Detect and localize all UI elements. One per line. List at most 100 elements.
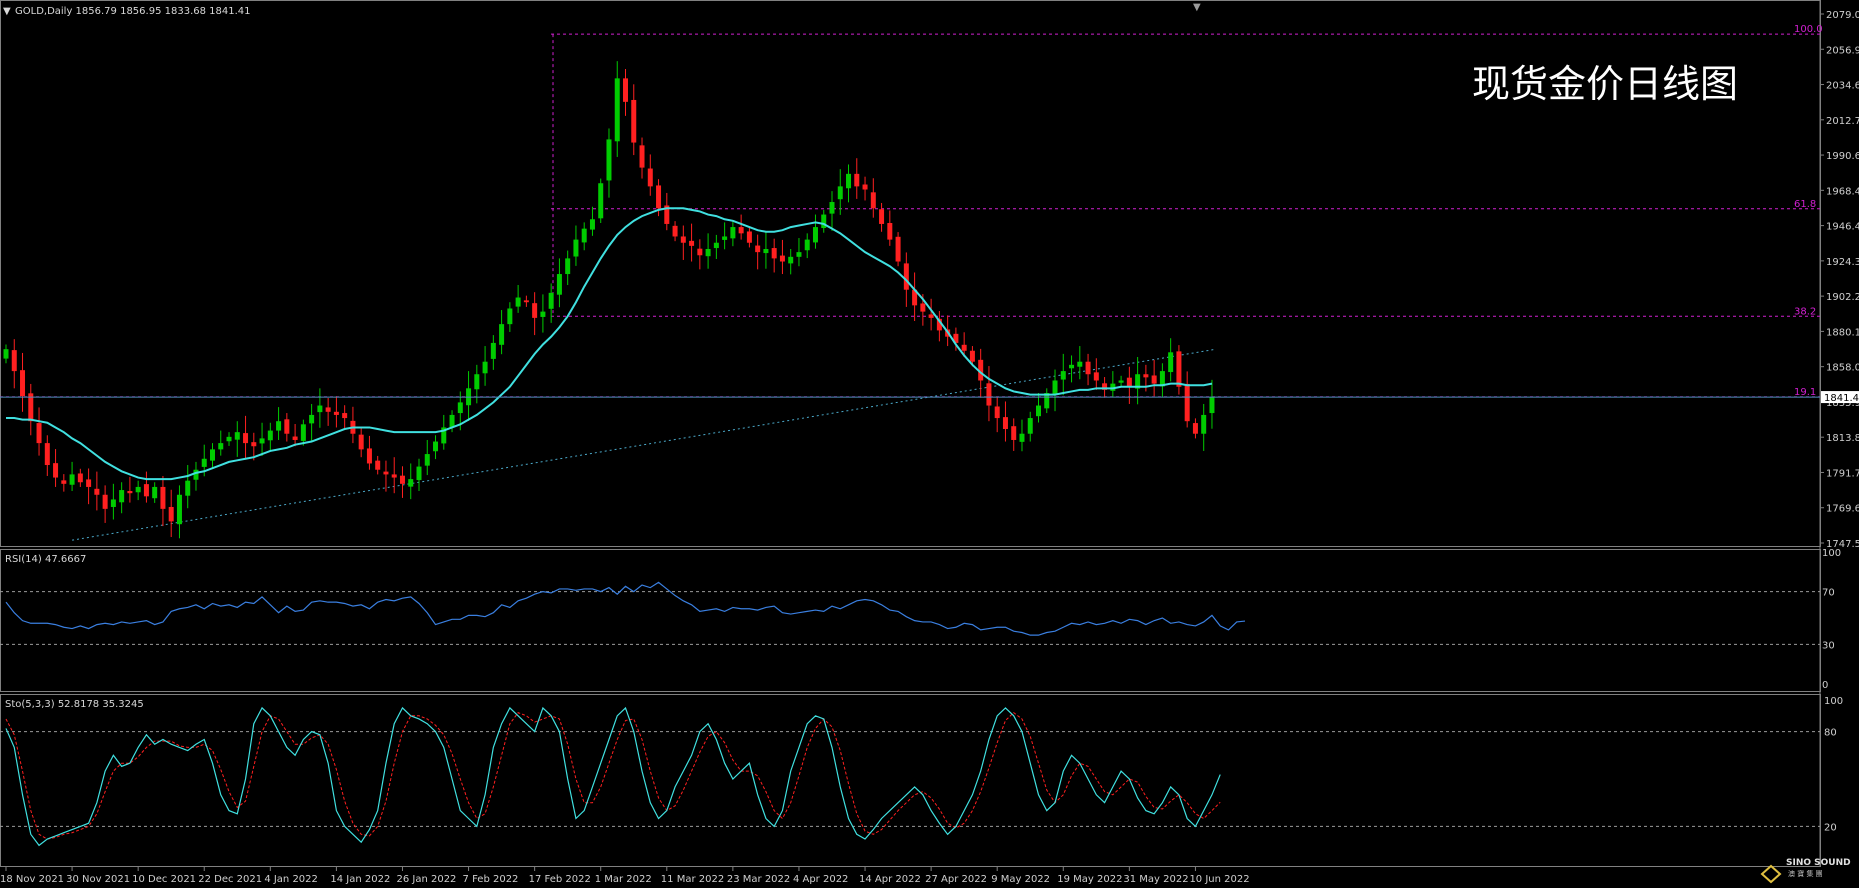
candle-body [358,434,364,450]
price-tick-label: 1880.15 [1826,327,1859,338]
price-tick-label: 2034.65 [1826,81,1859,92]
candle-body [788,256,794,264]
candle-body [333,411,339,415]
candle-body [375,460,381,470]
price-tick-label: 1990.65 [1826,151,1859,162]
date-tick-label: 11 Mar 2022 [661,874,724,885]
candle-body [804,239,810,251]
candle-body [796,252,802,257]
candle-body [903,263,909,290]
candle-body [771,248,777,259]
candle-body [1093,372,1099,381]
candle-body [110,499,116,507]
candle-body [1019,433,1025,442]
candle-body [1176,351,1182,387]
candle-body [846,173,852,189]
symbol-info: GOLD,Daily 1856.79 1856.95 1833.68 1841.… [15,6,251,17]
candle-body [457,402,463,414]
candle-body [697,248,703,256]
sto-tick-label: 80 [1824,728,1837,739]
candle-body [523,300,529,303]
candle-body [309,414,315,424]
candle-body [854,173,860,187]
candle-body [680,236,686,243]
price-tick-label: 1924.35 [1826,257,1859,268]
candle-body [399,475,405,484]
candle-body [201,458,207,467]
candle-body [94,488,100,495]
price-tick-label: 1858.05 [1826,363,1859,374]
rsi-tick-label: 0 [1822,680,1828,691]
candle-body [383,471,389,475]
price-tick-label: 1813.85 [1826,433,1859,444]
collapse-triangle-icon[interactable]: ▼ [3,6,11,17]
candle-body [135,486,141,493]
candle-body [53,463,59,478]
candle-body [424,454,430,466]
watermark-title: 现货金价日线图 [1472,62,1738,106]
candle-body [44,443,50,466]
candle-body [499,324,505,345]
candle-body [1209,397,1215,414]
candle-body [482,361,488,374]
sto-tick-label: 100 [1824,696,1843,707]
gold-daily-chart: 100.0 61.8 38.2 19.1 2079.09 2056.95 2034.65 2… [0,0,1859,885]
fib-level-label: 100.0 [1794,24,1823,35]
candle-body [218,443,224,450]
candle-body [689,240,695,246]
candle-body [20,370,26,397]
logo-diamond-icon [1760,864,1782,884]
price-tick-label: 1946.45 [1826,222,1859,233]
price-tick-label: 1791.75 [1826,468,1859,479]
candle-body [895,236,901,262]
candle-body [755,245,761,253]
candle-body [226,436,232,442]
logo-subtext: 澳 寶 集 團 [1788,869,1823,878]
candle-body [391,474,397,478]
price-tick-label: 2012.75 [1826,116,1859,127]
candle-body [342,413,348,419]
date-tick-label: 26 Jan 2022 [396,874,456,885]
date-tick-label: 22 Dec 2021 [198,874,262,885]
rsi-tick-label: 70 [1822,588,1835,599]
candle-body [11,350,17,372]
candle-body [887,223,893,240]
date-tick-label: 10 Jun 2022 [1189,874,1249,885]
sto-tick-label: 20 [1824,822,1837,833]
candle-body [969,350,975,362]
rsi-label: RSI(14) 47.6667 [5,554,86,565]
candle-body [276,421,282,431]
candle-body [581,228,587,243]
price-tick-label: 2056.95 [1826,45,1859,56]
candle-body [515,297,521,307]
candle-body [193,469,199,480]
candle-body [1184,383,1190,422]
candle-body [862,184,868,190]
sto-label: Sto(5,3,3) 52.8178 35.3245 [5,699,144,710]
candle-body [1036,405,1041,417]
candle-body [234,432,240,440]
date-tick-label: 14 Jan 2022 [330,874,390,885]
candle-body [730,227,736,239]
candle-body [474,374,480,390]
candle-body [986,383,992,406]
candle-body [870,192,876,209]
candle-body [366,448,372,464]
candle-body [540,311,546,317]
candle-body [879,209,885,224]
candle-body [152,486,158,499]
candle-body [1118,380,1124,383]
candle-body [556,274,562,295]
date-tick-label: 10 Dec 2021 [132,874,196,885]
candle-body [69,474,75,485]
candle-body [763,248,769,254]
candle-body [292,436,298,440]
candle-body [812,227,818,243]
date-tick-label: 23 Mar 2022 [727,874,790,885]
candle-body [1151,375,1157,384]
candle-body [102,494,108,509]
fib-level-label: 38.2 [1794,306,1816,317]
candle-body [598,183,604,219]
fib-level-label: 61.8 [1794,199,1816,210]
candle-body [325,407,331,412]
